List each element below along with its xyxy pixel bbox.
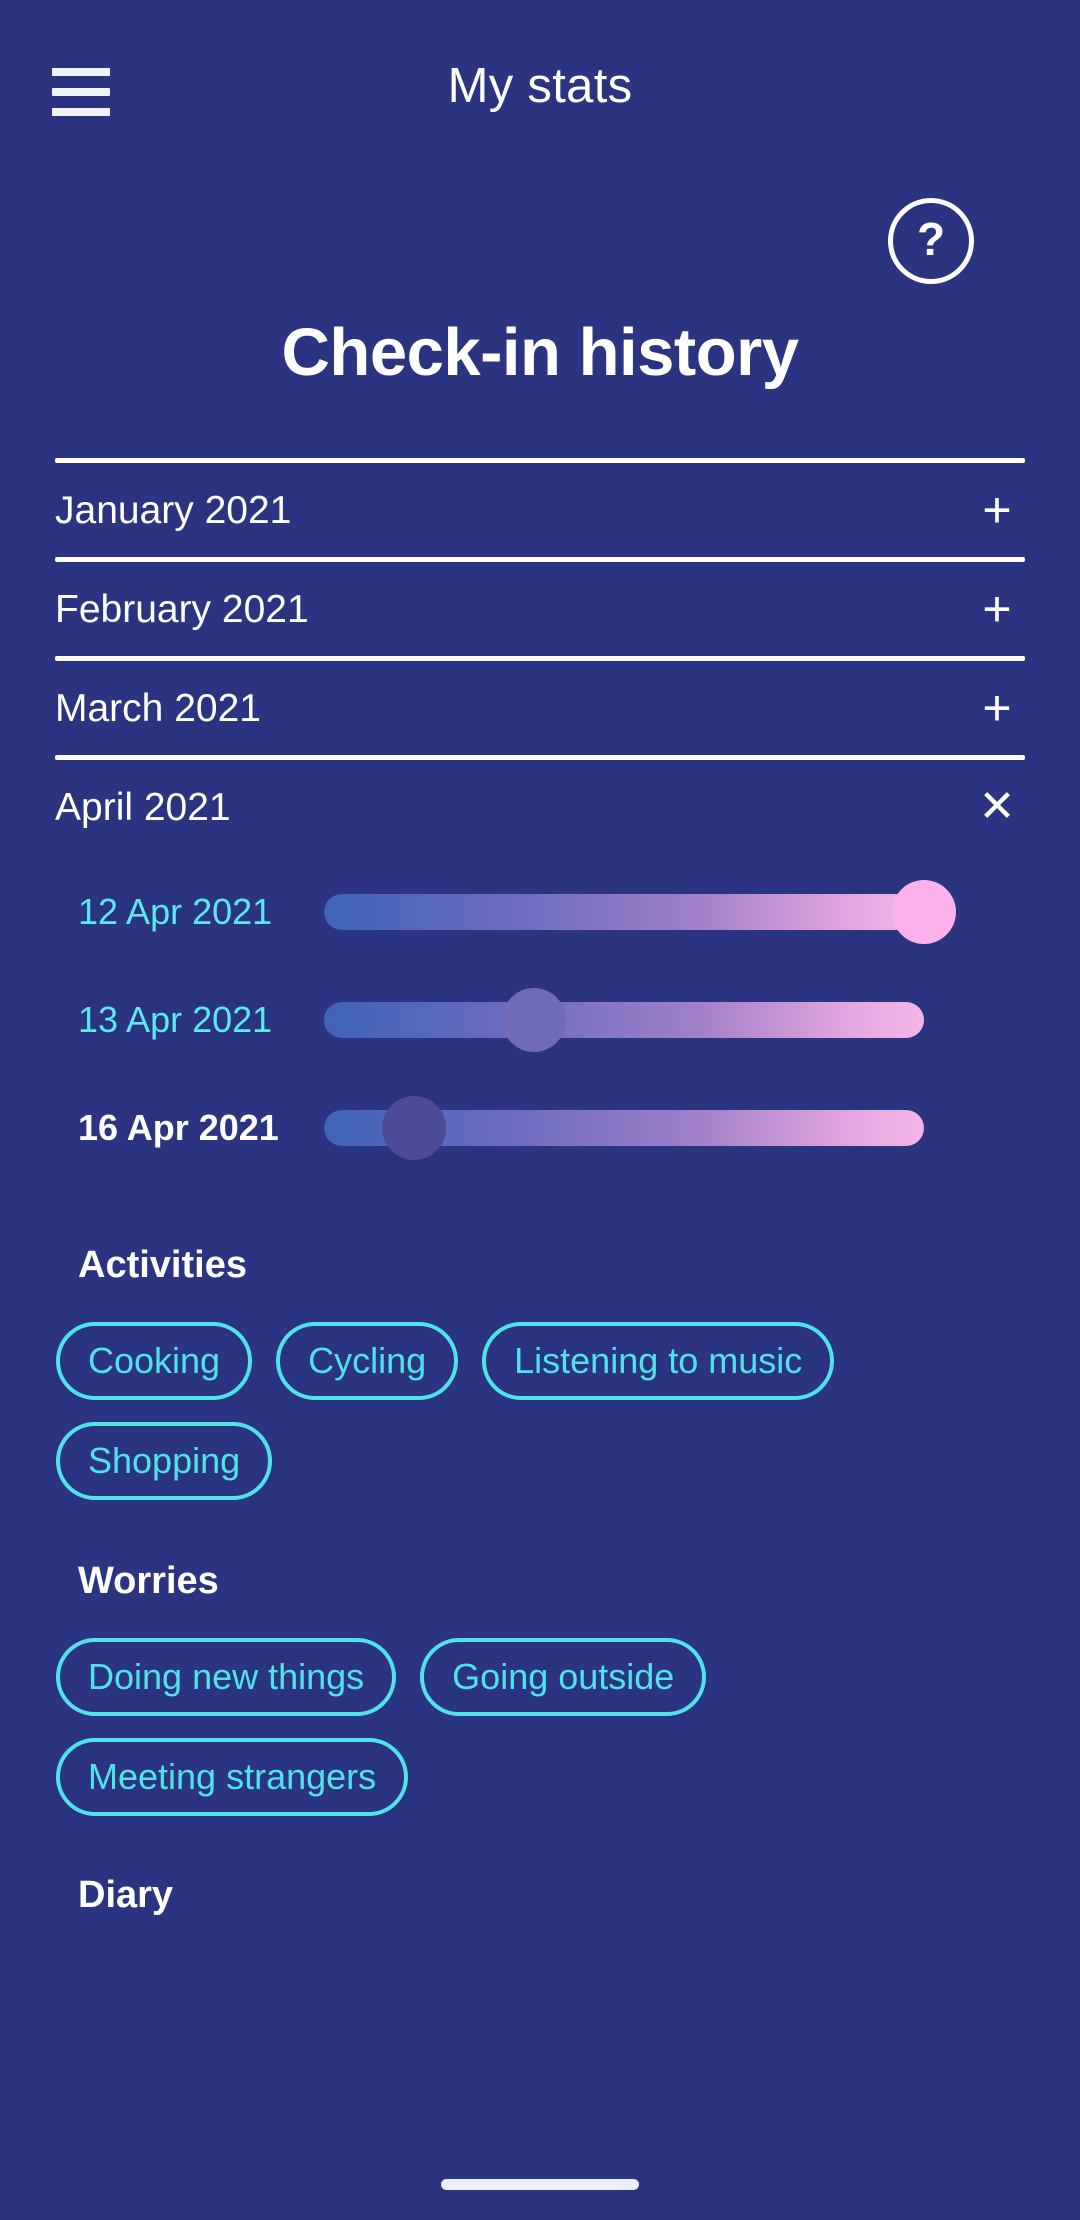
slider-track: [324, 1002, 924, 1038]
worries-heading: Worries: [78, 1560, 219, 1602]
check-in-history-accordion: January 2021 + February 2021 + March 202…: [55, 458, 1025, 854]
expand-plus-icon[interactable]: +: [973, 584, 1025, 634]
home-indicator[interactable]: [441, 2179, 639, 2190]
activity-chip[interactable]: Listening to music: [482, 1322, 835, 1400]
activities-chip-group: Cooking Cycling Listening to music Shopp…: [0, 1322, 1080, 1500]
accordion-label: April 2021: [55, 785, 231, 829]
slider-thumb[interactable]: [382, 1096, 446, 1160]
checkin-row: 12 Apr 2021: [0, 858, 1080, 966]
help-button[interactable]: ?: [888, 198, 974, 284]
mood-slider[interactable]: [324, 1096, 924, 1160]
worry-chip[interactable]: Going outside: [420, 1638, 707, 1716]
expand-plus-icon[interactable]: +: [973, 683, 1025, 733]
slider-thumb[interactable]: [892, 880, 956, 944]
april-expanded-panel: 12 Apr 2021 13 Apr 2021 16 Apr 2021 Acti…: [0, 858, 1080, 1914]
accordion-item-march[interactable]: March 2021 +: [55, 661, 1025, 755]
app-bar: My stats: [0, 0, 1080, 150]
mood-slider[interactable]: [324, 988, 924, 1052]
checkin-row: 16 Apr 2021: [0, 1074, 1080, 1182]
accordion-item-january[interactable]: January 2021 +: [55, 463, 1025, 557]
accordion-item-february[interactable]: February 2021 +: [55, 562, 1025, 656]
activity-chip[interactable]: Cycling: [276, 1322, 459, 1400]
activity-chip[interactable]: Cooking: [56, 1322, 253, 1400]
mood-slider[interactable]: [324, 880, 956, 944]
checkin-date-label-selected[interactable]: 16 Apr 2021: [78, 1110, 279, 1146]
checkin-date-label[interactable]: 12 Apr 2021: [78, 894, 278, 930]
accordion-label: January 2021: [55, 488, 292, 532]
expand-plus-icon[interactable]: +: [973, 485, 1025, 535]
activity-chip[interactable]: Shopping: [56, 1422, 273, 1500]
app-screen: My stats ? Check-in history January 2021…: [0, 0, 1080, 2220]
checkin-row: 13 Apr 2021: [0, 966, 1080, 1074]
accordion-item-april[interactable]: April 2021 ✕: [55, 760, 1025, 854]
app-bar-title: My stats: [447, 59, 633, 113]
slider-thumb[interactable]: [502, 988, 566, 1052]
worries-chip-group: Doing new things Going outside Meeting s…: [0, 1638, 1080, 1816]
worry-chip[interactable]: Doing new things: [56, 1638, 397, 1716]
page-title: Check-in history: [281, 315, 799, 390]
diary-heading: Diary: [78, 1874, 174, 1916]
accordion-label: March 2021: [55, 686, 261, 730]
accordion-label: February 2021: [55, 587, 309, 631]
checkin-date-label[interactable]: 13 Apr 2021: [78, 1002, 278, 1038]
slider-track: [324, 894, 924, 930]
activities-heading: Activities: [78, 1244, 247, 1286]
collapse-close-icon[interactable]: ✕: [973, 785, 1025, 829]
worry-chip[interactable]: Meeting strangers: [56, 1738, 409, 1816]
question-mark-icon: ?: [916, 213, 946, 265]
